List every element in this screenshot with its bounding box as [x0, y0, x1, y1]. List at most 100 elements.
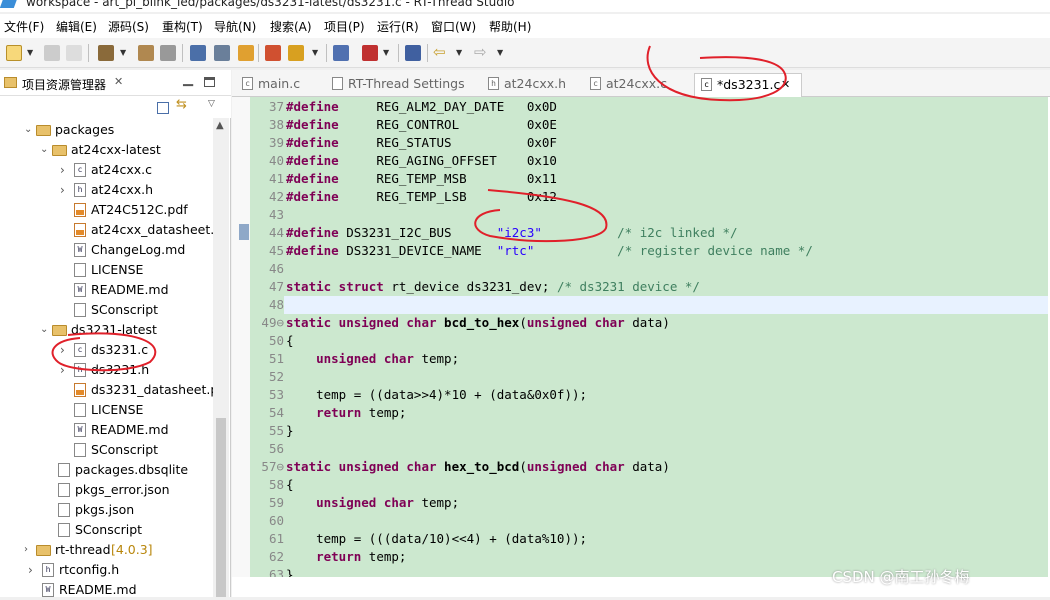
- tree-item[interactable]: › c at24cxx.c: [0, 160, 212, 180]
- tree-item[interactable]: packages.dbsqlite: [0, 460, 212, 480]
- new-icon[interactable]: [6, 45, 22, 61]
- settings-gear-icon[interactable]: [214, 45, 230, 61]
- code-line[interactable]: static unsigned char bcd_to_hex(unsigned…: [286, 314, 670, 332]
- clean-icon[interactable]: [160, 45, 176, 61]
- chevron-right-icon[interactable]: ›: [60, 340, 65, 360]
- chevron-down-icon[interactable]: ⌄: [40, 140, 48, 160]
- new-dropdown-icon[interactable]: ▼: [27, 48, 33, 57]
- tree-item[interactable]: ⌄ at24cxx-latest: [0, 140, 212, 160]
- code-line[interactable]: return temp;: [286, 404, 406, 422]
- code-line[interactable]: #define REG_ALM2_DAY_DATE 0x0D: [286, 98, 557, 116]
- tree-item[interactable]: LICENSE: [0, 400, 212, 420]
- tree-item[interactable]: › h ds3231.h: [0, 360, 212, 380]
- code-line[interactable]: static unsigned char hex_to_bcd(unsigned…: [286, 458, 670, 476]
- menu-item-0[interactable]: 文件(F): [4, 18, 44, 35]
- code-line[interactable]: #define REG_STATUS 0x0F: [286, 134, 557, 152]
- console-icon[interactable]: [190, 45, 206, 61]
- code-line[interactable]: #define REG_TEMP_LSB 0x12: [286, 188, 557, 206]
- tree-item[interactable]: SConscript: [0, 300, 212, 320]
- tree-item[interactable]: › h rtconfig.h: [0, 560, 212, 580]
- run-dropdown-icon[interactable]: ▼: [312, 48, 318, 57]
- menu-item-9[interactable]: 帮助(H): [489, 18, 531, 35]
- editor-tab[interactable]: c main.c: [236, 73, 322, 97]
- build-dropdown-icon[interactable]: ▼: [120, 48, 126, 57]
- menu-item-7[interactable]: 运行(R): [377, 18, 419, 35]
- chevron-right-icon[interactable]: ›: [60, 180, 65, 200]
- forward-dropdown-icon[interactable]: ▼: [497, 48, 503, 57]
- code-line[interactable]: #define DS3231_DEVICE_NAME "rtc" /* regi…: [286, 242, 813, 260]
- tree-item[interactable]: SConscript: [0, 520, 212, 540]
- tree-scrollbar[interactable]: ▲: [213, 118, 229, 597]
- code-line[interactable]: #define REG_TEMP_MSB 0x11: [286, 170, 557, 188]
- chevron-right-icon[interactable]: ›: [60, 160, 65, 180]
- maximize-icon[interactable]: [204, 77, 215, 87]
- chevron-right-icon[interactable]: ›: [60, 360, 65, 380]
- back-arrow-icon[interactable]: ⇦: [433, 43, 446, 61]
- forward-arrow-icon[interactable]: ⇨: [474, 43, 487, 61]
- code-area[interactable]: 37 #define REG_ALM2_DAY_DATE 0x0D 38 #defin…: [250, 97, 1048, 577]
- menu-item-3[interactable]: 重构(T): [162, 18, 203, 35]
- code-line[interactable]: unsigned char temp;: [286, 350, 459, 368]
- code-line[interactable]: }: [286, 566, 294, 577]
- code-line[interactable]: }: [286, 422, 294, 440]
- build-hammer-icon[interactable]: [98, 45, 114, 61]
- tree-scrollbar-thumb[interactable]: [216, 418, 226, 597]
- editor-tab[interactable]: h at24cxx.h: [482, 73, 572, 97]
- tree-item[interactable]: SConscript: [0, 440, 212, 460]
- code-line[interactable]: {: [286, 476, 294, 494]
- chevron-down-icon[interactable]: ⌄: [24, 120, 32, 140]
- rebuild-icon[interactable]: [138, 45, 154, 61]
- tree-item[interactable]: W README.md: [0, 420, 212, 440]
- download-icon[interactable]: [362, 45, 378, 61]
- tree-item[interactable]: › h at24cxx.h: [0, 180, 212, 200]
- tree-item[interactable]: pkgs.json: [0, 500, 212, 520]
- minimize-icon[interactable]: ▁: [183, 72, 193, 87]
- code-line[interactable]: #define DS3231_I2C_BUS "i2c3" /* i2c lin…: [286, 224, 738, 242]
- link-editor-icon[interactable]: ⇆: [176, 97, 187, 112]
- tree-item[interactable]: ds3231_datasheet.pd: [0, 380, 226, 400]
- close-icon[interactable]: ✕: [114, 75, 123, 88]
- back-dropdown-icon[interactable]: ▼: [456, 48, 462, 57]
- chevron-right-icon[interactable]: ›: [24, 540, 28, 560]
- menu-item-6[interactable]: 项目(P): [324, 18, 365, 35]
- menu-item-2[interactable]: 源码(S): [108, 18, 149, 35]
- editor-tab[interactable]: c *ds3231.c ✕: [694, 73, 802, 97]
- menu-item-8[interactable]: 窗口(W): [431, 18, 476, 35]
- editor-tab[interactable]: c at24cxx.c: [584, 73, 667, 97]
- tree-item[interactable]: AT24C512C.pdf: [0, 200, 212, 220]
- code-line[interactable]: #define REG_CONTROL 0x0E: [286, 116, 557, 134]
- tree-item[interactable]: W README.md: [0, 580, 212, 600]
- tree-item[interactable]: ⌄ ds3231-latest: [0, 320, 212, 340]
- view-menu-icon[interactable]: ▽: [208, 99, 215, 109]
- menu-item-4[interactable]: 导航(N): [214, 18, 256, 35]
- menu-item-5[interactable]: 搜索(A): [270, 18, 312, 35]
- tree-item[interactable]: W ChangeLog.md: [0, 240, 212, 260]
- debug-bug-icon[interactable]: [238, 45, 254, 61]
- download-dropdown-icon[interactable]: ▼: [383, 48, 389, 57]
- tree-item[interactable]: LICENSE: [0, 260, 212, 280]
- tree-item[interactable]: at24cxx_datasheet.pd: [0, 220, 230, 240]
- code-line[interactable]: static struct rt_device ds3231_dev; /* d…: [286, 278, 700, 296]
- sdk-manager-icon[interactable]: [265, 45, 281, 61]
- tree-item[interactable]: W README.md: [0, 280, 212, 300]
- code-line[interactable]: temp = (((data/10)<<4) + (data%10));: [286, 530, 587, 548]
- menu-item-1[interactable]: 编辑(E): [56, 18, 97, 35]
- code-line[interactable]: temp = ((data>>4)*10 + (data&0x0f));: [286, 386, 587, 404]
- chevron-down-icon[interactable]: ⌄: [40, 320, 48, 340]
- code-line[interactable]: #define REG_AGING_OFFSET 0x10: [286, 152, 557, 170]
- code-editor[interactable]: 37 #define REG_ALM2_DAY_DATE 0x0D 38 #defin…: [232, 97, 1050, 597]
- tree-item[interactable]: pkgs_error.json: [0, 480, 212, 500]
- editor-tab[interactable]: RT-Thread Settings: [326, 73, 465, 97]
- code-line[interactable]: return temp;: [286, 548, 406, 566]
- package-icon[interactable]: [333, 45, 349, 61]
- terminal-icon[interactable]: [405, 45, 421, 61]
- chevron-right-icon[interactable]: ›: [28, 560, 33, 580]
- code-line[interactable]: unsigned char temp;: [286, 494, 459, 512]
- code-line[interactable]: {: [286, 332, 294, 350]
- tree-item[interactable]: › rt-thread [4.0.3]: [0, 540, 212, 560]
- save-all-icon[interactable]: [66, 45, 82, 61]
- run-icon[interactable]: [288, 45, 304, 61]
- close-icon[interactable]: ✕: [781, 74, 790, 96]
- collapse-all-icon[interactable]: [157, 102, 169, 114]
- tree-item[interactable]: ⌄ packages: [0, 120, 212, 140]
